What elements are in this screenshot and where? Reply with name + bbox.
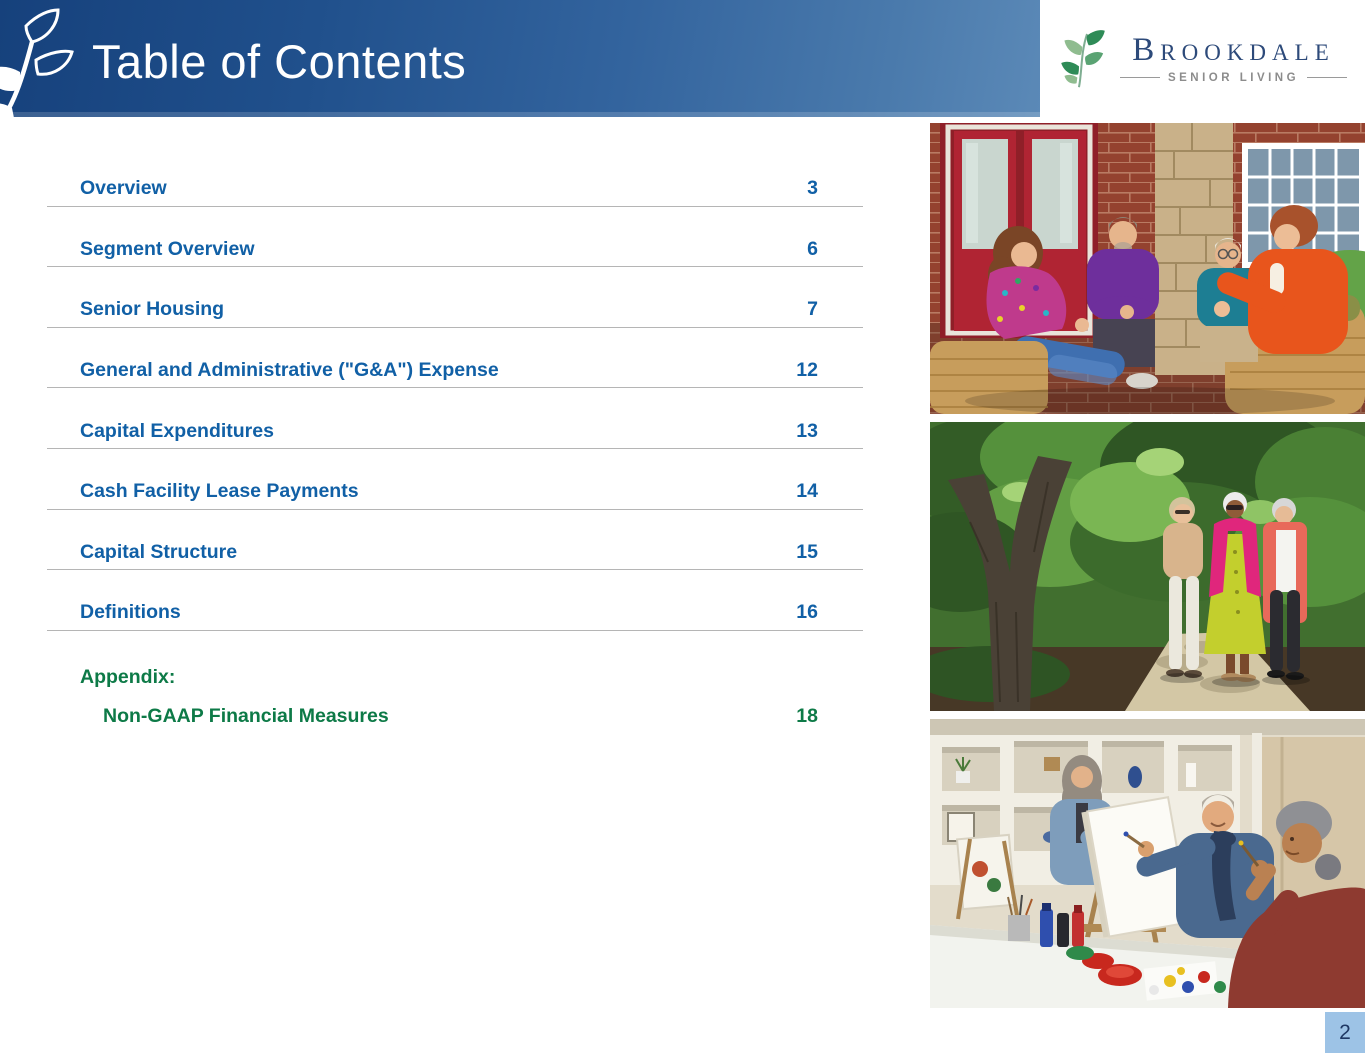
toc-entry-label: Capital Expenditures (80, 419, 274, 442)
photo-column (930, 123, 1365, 1008)
page-title: Table of Contents (92, 35, 467, 88)
toc-entry-label: Definitions (80, 601, 181, 624)
toc-entry-row[interactable]: Capital Structure 15 (47, 510, 863, 571)
photo-patio-gathering (930, 123, 1365, 414)
brookdale-leaf-icon (1061, 29, 1105, 87)
toc-entry-page: 16 (796, 601, 818, 624)
toc-entry-row[interactable]: Capital Expenditures 13 (47, 388, 863, 449)
logo-brand-name: Brookdale (1132, 31, 1335, 68)
page-number-badge: 2 (1325, 1012, 1365, 1053)
toc-entry-row[interactable]: Senior Housing 7 (47, 267, 863, 328)
toc-entry-label: Cash Facility Lease Payments (80, 480, 359, 503)
photo-art-class (930, 719, 1365, 1008)
appendix-entry-label: Non-GAAP Financial Measures (103, 705, 389, 728)
slide-header-banner: Table of Contents (0, 0, 1040, 117)
photo-outdoor-walk (930, 422, 1365, 711)
toc-entry-page: 15 (796, 540, 818, 563)
brookdale-logo: Brookdale SENIOR LIVING (1040, 0, 1365, 117)
toc-entry-label: Capital Structure (80, 540, 238, 563)
toc-entry-label: Overview (80, 177, 167, 200)
toc-entry-row[interactable]: Segment Overview 6 (47, 207, 863, 268)
toc-entry-label: Senior Housing (80, 298, 225, 321)
appendix-heading: Appendix: (80, 665, 176, 688)
toc-entry-page: 3 (807, 177, 818, 200)
appendix-entry-page: 18 (796, 705, 818, 728)
toc-entry-page: 14 (796, 480, 818, 503)
logo-rule-right (1307, 77, 1348, 78)
toc-entry-page: 12 (796, 358, 818, 381)
toc-entry-row[interactable]: Overview 3 (47, 146, 863, 207)
toc-entry-page: 6 (807, 237, 818, 260)
toc-list: Overview 3 Segment Overview 6 Senior Hou… (47, 146, 863, 728)
toc-entry-row[interactable]: Cash Facility Lease Payments 14 (47, 449, 863, 510)
toc-entry-row[interactable]: General and Administrative ("G&A") Expen… (47, 328, 863, 389)
toc-entry-label: General and Administrative ("G&A") Expen… (80, 358, 499, 381)
toc-entry-row[interactable]: Definitions 16 (47, 570, 863, 631)
logo-rule-left (1119, 77, 1160, 78)
appendix-entry-row[interactable]: Non-GAAP Financial Measures 18 (47, 688, 863, 727)
toc-appendix-section: Appendix: Non-GAAP Financial Measures 18 (47, 666, 863, 728)
leaf-branch-icon (0, 8, 74, 117)
logo-tagline: SENIOR LIVING (1167, 71, 1300, 84)
toc-entry-page: 7 (807, 298, 818, 321)
toc-entry-page: 13 (796, 419, 818, 442)
page-number: 2 (1339, 1020, 1351, 1044)
toc-entry-label: Segment Overview (80, 237, 255, 260)
